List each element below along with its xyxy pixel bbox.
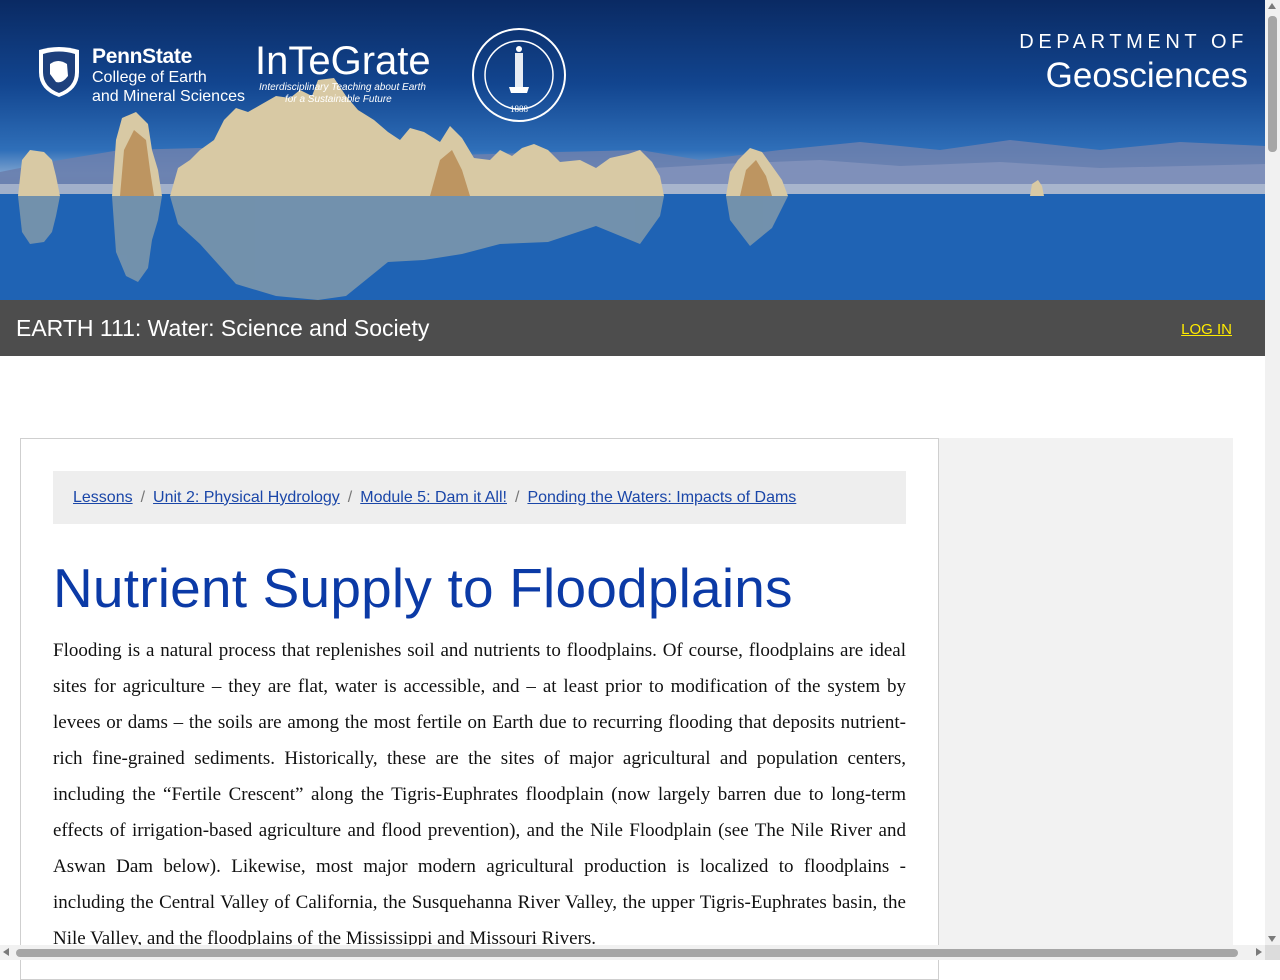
page-title: Nutrient Supply to Floodplains [53, 557, 793, 619]
horizontal-scroll-thumb[interactable] [16, 949, 1238, 957]
integrate-name: InTeGrate [255, 39, 431, 83]
right-sidebar [939, 438, 1233, 948]
department-name: Geosciences [1045, 56, 1248, 95]
breadcrumb-separator: / [514, 488, 520, 506]
course-bar: EARTH 111: Water: Science and Society LO… [0, 300, 1265, 356]
breadcrumb-ponding-the-waters[interactable]: Ponding the Waters: Impacts of Dams [527, 489, 796, 507]
vertical-scroll-thumb[interactable] [1268, 16, 1277, 152]
utah-state-university-seal-icon[interactable]: 1888 [471, 27, 567, 123]
body-paragraph: Flooding is a natural process that reple… [53, 640, 906, 949]
vertical-scrollbar[interactable] [1265, 0, 1280, 945]
course-title[interactable]: EARTH 111: Water: Science and Society [16, 315, 429, 342]
breadcrumb-unit-2[interactable]: Unit 2: Physical Hydrology [153, 489, 340, 507]
pennstate-name: PennState [92, 45, 192, 68]
breadcrumb-module-5[interactable]: Module 5: Dam it All! [360, 489, 507, 507]
seal-year: 1888 [510, 104, 529, 114]
horizontal-scrollbar[interactable] [0, 945, 1265, 960]
scrollbar-corner [1265, 945, 1280, 960]
college-line-2: and Mineral Sciences [92, 87, 245, 105]
login-link[interactable]: LOG IN [1181, 321, 1232, 338]
department-of-label: DEPARTMENT OF [1019, 31, 1248, 53]
breadcrumb-lessons[interactable]: Lessons [73, 489, 133, 507]
scroll-right-arrow-icon[interactable] [1256, 948, 1262, 956]
main-content: Lessons / Unit 2: Physical Hydrology / M… [20, 438, 939, 980]
breadcrumb: Lessons / Unit 2: Physical Hydrology / M… [53, 471, 906, 524]
scroll-down-arrow-icon[interactable] [1268, 936, 1276, 942]
pennstate-logo[interactable]: PennState College of Earth and Mineral S… [36, 45, 245, 106]
scroll-up-arrow-icon[interactable] [1268, 3, 1276, 9]
integrate-tagline-1: Interdisciplinary Teaching about Earth [259, 82, 426, 93]
integrate-tagline-2: for a Sustainable Future [285, 94, 392, 105]
breadcrumb-separator: / [140, 488, 146, 506]
integrate-logo[interactable]: InTeGrate Interdisciplinary Teaching abo… [255, 40, 431, 106]
breadcrumb-separator: / [347, 488, 353, 506]
header-banner: PennState College of Earth and Mineral S… [0, 0, 1265, 300]
department-title[interactable]: DEPARTMENT OF Geosciences [1019, 31, 1248, 96]
college-line-1: College of Earth [92, 69, 207, 87]
nittany-lion-shield-icon [39, 47, 79, 97]
scroll-left-arrow-icon[interactable] [3, 948, 9, 956]
